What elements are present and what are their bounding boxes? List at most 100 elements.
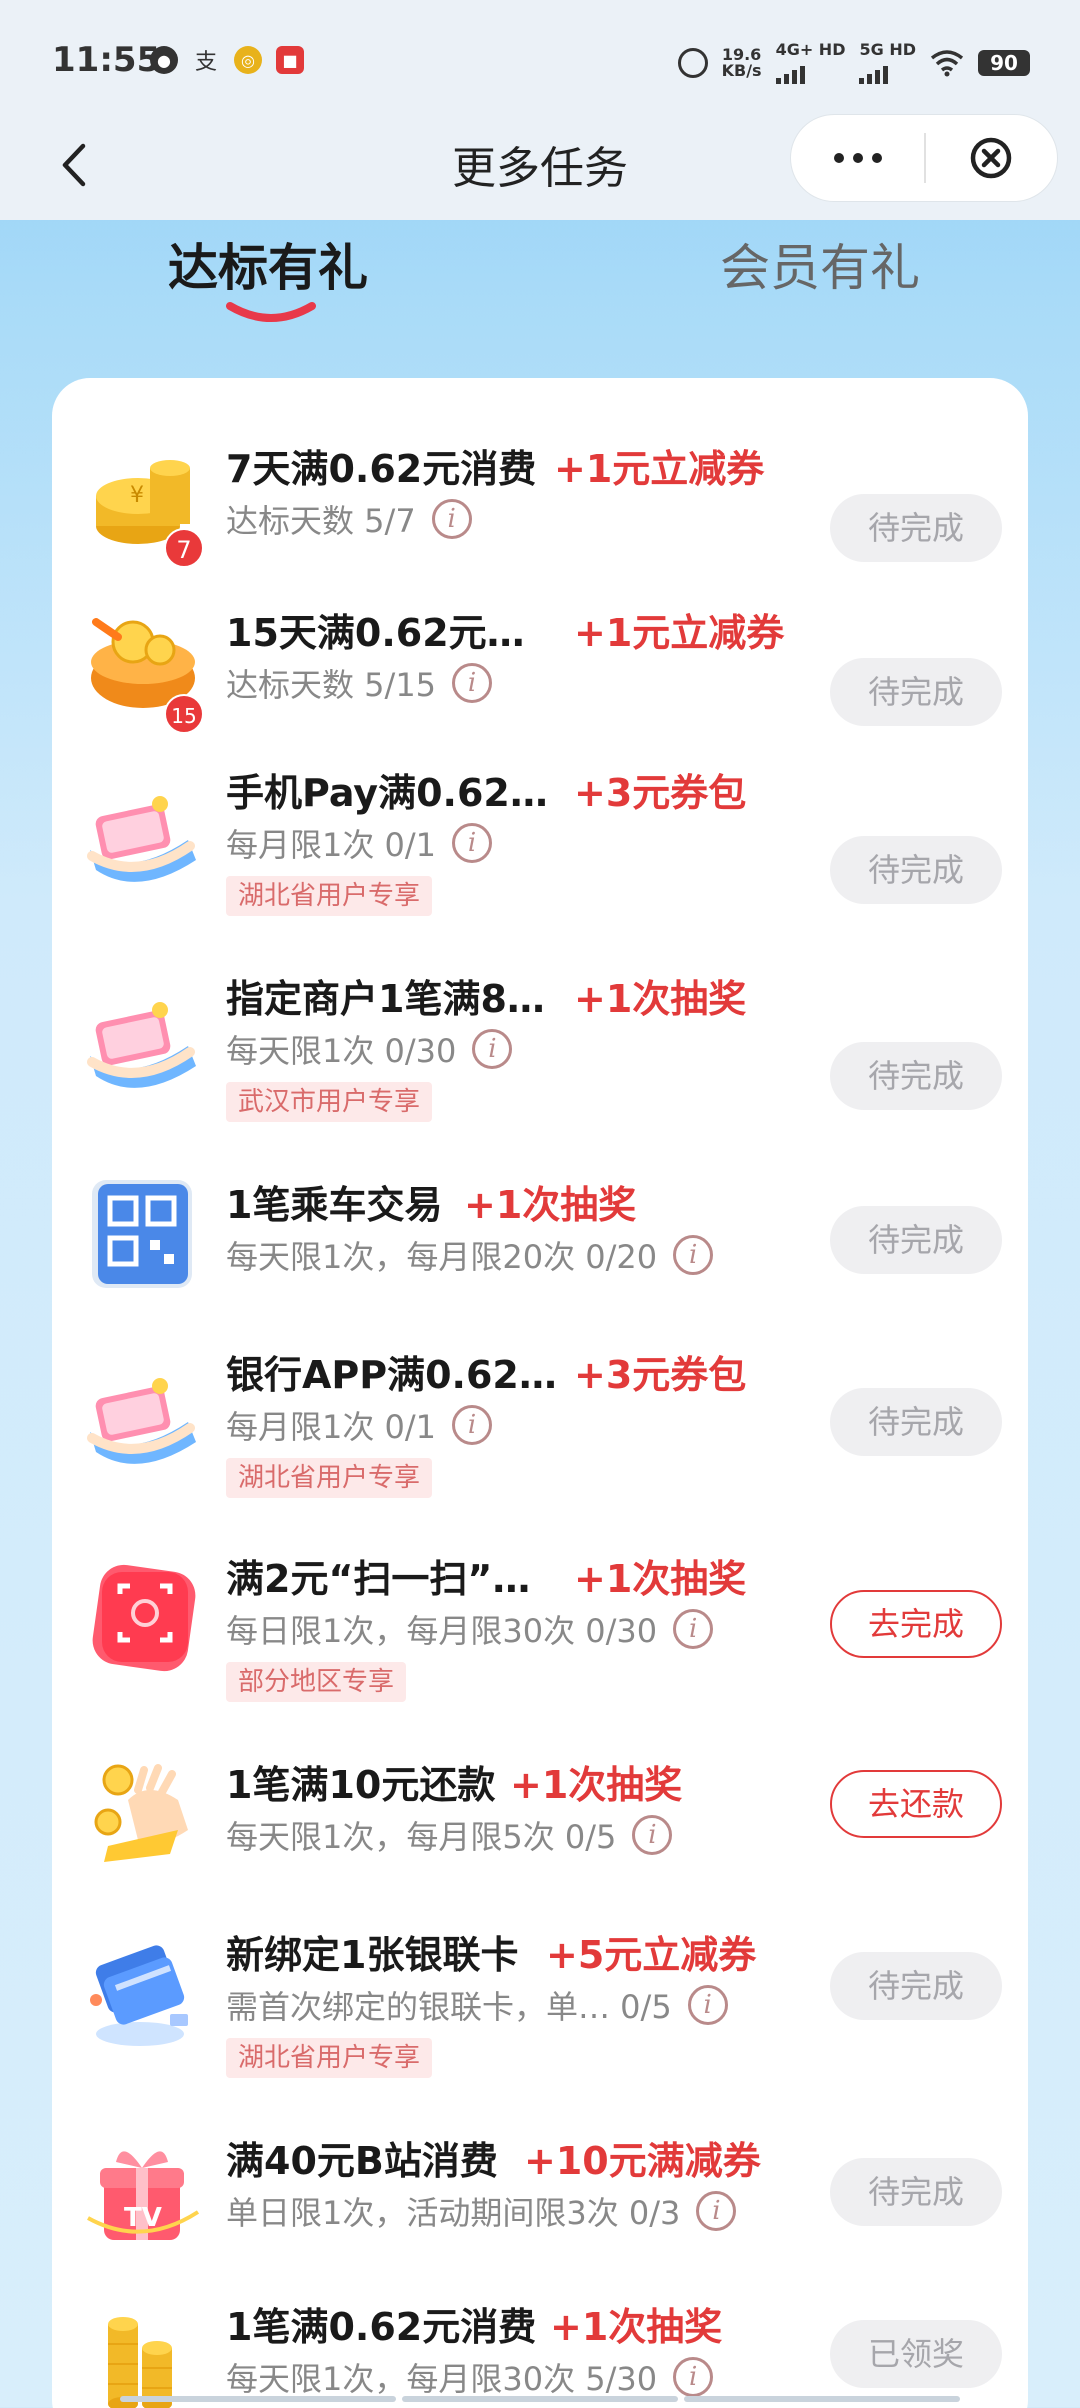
- scan-icon: [92, 1564, 196, 1672]
- qr-code-icon: [92, 1180, 192, 1288]
- task-progress: 每日限1次，每月限30次 0/30 i: [226, 1606, 714, 1652]
- task-progress-text: 达标天数 5/15: [226, 666, 437, 704]
- task-reward: +10元满减券: [524, 2139, 761, 2183]
- task-title: 1笔满0.62元消费: [226, 2305, 537, 2349]
- task-progress-text: 每天限1次，每月限5次 0/5: [226, 1818, 617, 1856]
- task-title: 新绑定1张银联卡: [226, 1933, 519, 1977]
- coin-stack-icon: [108, 2317, 172, 2408]
- task-progress: 每天限1次，每月限20次 0/20 i: [226, 1232, 714, 1278]
- task-title: 1笔乘车交易: [226, 1183, 443, 1227]
- region-tag: 湖北省用户专享: [226, 2038, 433, 2078]
- task-status-button[interactable]: 待完成: [830, 1388, 1002, 1456]
- bank-app-icon: ■: [276, 46, 304, 74]
- info-icon[interactable]: i: [472, 1029, 513, 1069]
- info-icon[interactable]: i: [452, 663, 493, 703]
- info-icon[interactable]: i: [452, 1405, 493, 1445]
- task-progress: 每月限1次 0/1 i: [226, 1402, 493, 1448]
- close-button[interactable]: [926, 114, 1057, 202]
- hand-coin-icon: [94, 1764, 188, 1862]
- region-tag: 部分地区专享: [226, 1662, 407, 1702]
- status-right: 19.6 KB/s 4G+ HD 5G HD 90: [677, 40, 1030, 84]
- task-reward: +1元立减券: [554, 447, 765, 491]
- task-status-button[interactable]: 待完成: [830, 836, 1002, 904]
- info-icon[interactable]: i: [696, 2191, 737, 2231]
- info-icon[interactable]: i: [673, 2357, 714, 2397]
- alipay-icon: 支: [194, 50, 217, 75]
- task-progress-text: 每天限1次，每月限20次 0/20: [226, 1238, 658, 1276]
- task-progress-text: 每日限1次，每月限30次 0/30: [226, 1612, 658, 1650]
- task-progress: 每天限1次，每月限30次 5/30 i: [226, 2354, 714, 2400]
- coin-app-icon: ◎: [234, 46, 262, 74]
- task-title: 7天满0.62元消费: [226, 447, 537, 491]
- task-reward: +1次抽奖: [510, 1763, 683, 1807]
- task-reward: +5元立减券: [546, 1933, 757, 1977]
- more-dots-icon: [833, 153, 844, 163]
- task-status-button[interactable]: 待完成: [830, 1952, 1002, 2020]
- status-notification-icons: ● 支 ◎ ■: [150, 46, 304, 75]
- task-status-button[interactable]: 待完成: [830, 2158, 1002, 2226]
- task-list-card: ¥ 7 7天满0.62元消费 +1元立减券 达标天数 5/7 i 待完成 15 1…: [52, 378, 1028, 2408]
- hand-money-icon: [87, 796, 196, 882]
- info-icon[interactable]: i: [431, 499, 472, 539]
- task-title: 手机Pay满0.62…: [226, 771, 548, 815]
- bottom-scroll-indicator: [120, 2396, 960, 2402]
- task-status-button[interactable]: 待完成: [830, 1206, 1002, 1274]
- signal-1-icon: [775, 58, 846, 84]
- task-progress-text: 达标天数 5/7: [226, 502, 416, 540]
- more-button[interactable]: [791, 114, 924, 202]
- task-status-button[interactable]: 待完成: [830, 1042, 1002, 1110]
- task-reward: +1次抽奖: [550, 2305, 723, 2349]
- battery-icon: 90: [978, 50, 1030, 76]
- task-progress: 每月限1次 0/1 i: [226, 820, 493, 866]
- task-title: 15天满0.62元…: [226, 611, 525, 655]
- task-title: 1笔满10元还款: [226, 1763, 496, 1807]
- network-1-label: 4G+ HD: [775, 40, 846, 59]
- info-icon[interactable]: i: [673, 1235, 714, 1275]
- bank-card-icon: [90, 1945, 188, 2046]
- mini-program-capsule: [790, 114, 1058, 202]
- net-speed-unit: KB/s: [721, 61, 762, 80]
- task-progress: 达标天数 5/7 i: [226, 496, 472, 542]
- net-speed: 19.6 KB/s: [722, 47, 762, 79]
- svg-text:TV: TV: [124, 2203, 162, 2233]
- nav-bar: 更多任务: [0, 110, 1080, 220]
- task-reward: +1次抽奖: [574, 977, 747, 1021]
- tab-standard-rewards[interactable]: 达标有礼: [168, 228, 368, 300]
- network-2: 5G HD: [859, 42, 916, 84]
- scroll-segment: [684, 2396, 960, 2402]
- task-status-button[interactable]: 待完成: [830, 658, 1002, 726]
- info-icon[interactable]: i: [452, 823, 493, 863]
- gift-box-icon: TV: [87, 2151, 200, 2240]
- go-complete-button[interactable]: 去完成: [830, 1590, 1002, 1658]
- task-progress-text: 需首次绑定的银联卡，单… 0/5: [226, 1988, 672, 2026]
- streak-badge: 7: [164, 528, 204, 568]
- scroll-segment: [120, 2396, 396, 2402]
- streak-badge: 15: [164, 694, 204, 734]
- task-title: 银行APP满0.62…: [226, 1353, 557, 1397]
- alarm-icon: [677, 48, 708, 78]
- info-icon[interactable]: i: [687, 1985, 728, 2025]
- region-tag: 武汉市用户专享: [226, 1082, 433, 1122]
- tab-member-rewards[interactable]: 会员有礼: [720, 228, 920, 300]
- network-1: 4G+ HD: [775, 40, 846, 84]
- task-progress: 每天限1次 0/30 i: [226, 1026, 513, 1072]
- task-progress-text: 每天限1次 0/30: [226, 1032, 457, 1070]
- task-status-button[interactable]: 待完成: [830, 494, 1002, 562]
- info-icon[interactable]: i: [673, 1609, 714, 1649]
- task-reward: +3元券包: [574, 771, 747, 815]
- tab-active-indicator: [226, 302, 316, 322]
- go-repay-button[interactable]: 去还款: [830, 1770, 1002, 1838]
- tab-bar: 达标有礼 会员有礼: [0, 220, 1080, 340]
- task-reward: +1元立减券: [574, 611, 785, 655]
- task-reward: +1次抽奖: [574, 1557, 747, 1601]
- task-status-button[interactable]: 已领奖: [830, 2320, 1002, 2388]
- task-reward: +3元券包: [574, 1353, 747, 1397]
- message-icon: ●: [150, 46, 178, 74]
- svg-text:¥: ¥: [130, 483, 144, 508]
- status-time: 11:55: [52, 40, 161, 80]
- info-icon[interactable]: i: [632, 1815, 673, 1855]
- task-progress-text: 每月限1次 0/1: [226, 1408, 437, 1446]
- region-tag: 湖北省用户专享: [226, 1458, 433, 1498]
- task-progress: 每天限1次，每月限5次 0/5 i: [226, 1812, 673, 1858]
- task-title: 满2元“扫一扫”…: [226, 1557, 531, 1601]
